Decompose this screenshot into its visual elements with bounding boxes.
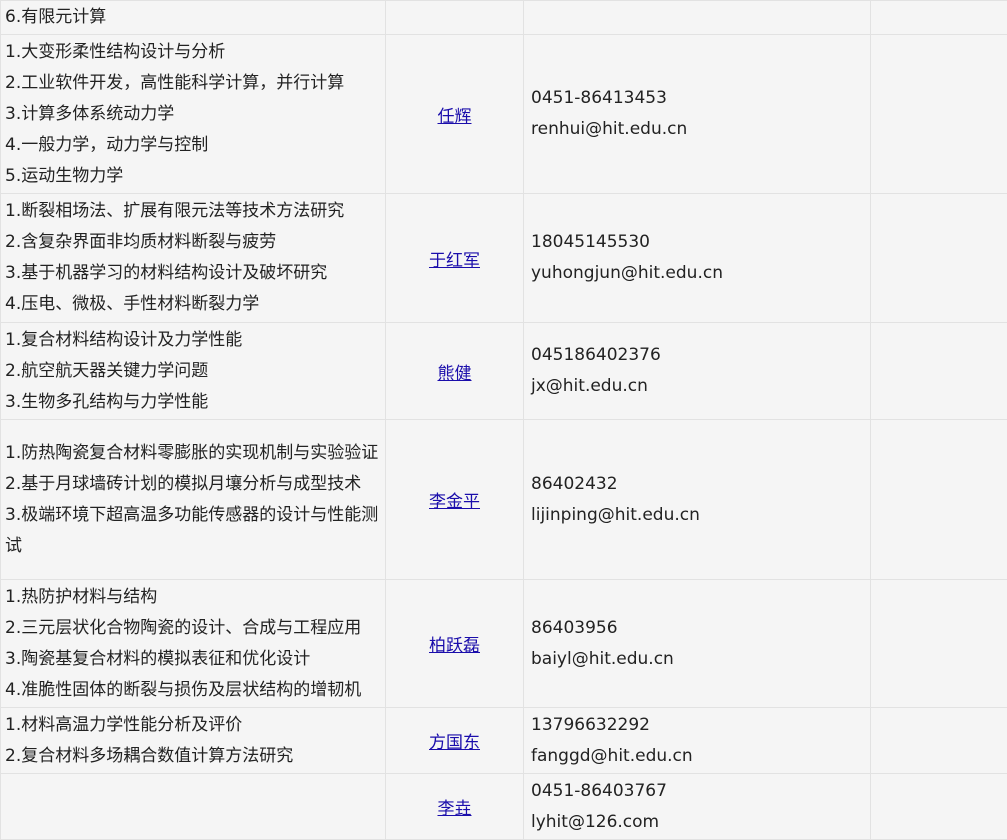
faculty-name-link[interactable]: 熊健 — [438, 364, 472, 384]
research-item: 3.陶瓷基复合材料的模拟表征和优化设计 — [5, 644, 379, 675]
empty-cell — [871, 35, 1007, 194]
contact-cell: 86402432 lijinping@hit.edu.cn — [524, 420, 871, 580]
name-cell: 任辉 — [386, 35, 524, 194]
email-text: lyhit@126.com — [531, 807, 870, 838]
table-row: 6.有限元计算 — [1, 1, 1007, 35]
research-item: 3.生物多孔结构与力学性能 — [5, 387, 379, 418]
name-cell: 李垚 — [386, 774, 524, 840]
phone-text: 045186402376 — [531, 340, 870, 371]
table-row: 1.复合材料结构设计及力学性能 2.航空航天器关键力学问题 3.生物多孔结构与力… — [1, 323, 1007, 420]
research-item: 2.基于月球墙砖计划的模拟月壤分析与成型技术 — [5, 469, 379, 500]
contact-cell: 18045145530 yuhongjun@hit.edu.cn — [524, 194, 871, 323]
research-cell — [1, 774, 386, 840]
table-row: 1.材料高温力学性能分析及评价 2.复合材料多场耦合数值计算方法研究 方国东 1… — [1, 708, 1007, 774]
name-cell: 柏跃磊 — [386, 580, 524, 708]
table-row: 李垚 0451-86403767 lyhit@126.com — [1, 774, 1007, 840]
name-cell: 熊健 — [386, 323, 524, 420]
table-row: 1.断裂相场法、扩展有限元法等技术方法研究 2.含复杂界面非均质材料断裂与疲劳 … — [1, 194, 1007, 323]
phone-text: 18045145530 — [531, 227, 870, 258]
research-cell: 1.材料高温力学性能分析及评价 2.复合材料多场耦合数值计算方法研究 — [1, 708, 386, 774]
phone-text: 13796632292 — [531, 710, 870, 741]
research-item: 3.计算多体系统动力学 — [5, 99, 379, 130]
contact-cell: 86403956 baiyl@hit.edu.cn — [524, 580, 871, 708]
contact-cell: 13796632292 fanggd@hit.edu.cn — [524, 708, 871, 774]
phone-text: 86402432 — [531, 469, 870, 500]
contact-cell: 045186402376 jx@hit.edu.cn — [524, 323, 871, 420]
contact-cell: 0451-86403767 lyhit@126.com — [524, 774, 871, 840]
research-item: 2.含复杂界面非均质材料断裂与疲劳 — [5, 227, 379, 258]
empty-cell — [871, 1, 1007, 35]
research-item: 5.运动生物力学 — [5, 161, 379, 192]
table-row: 1.热防护材料与结构 2.三元层状化合物陶瓷的设计、合成与工程应用 3.陶瓷基复… — [1, 580, 1007, 708]
research-item: 4.准脆性固体的断裂与损伤及层状结构的增韧机 — [5, 675, 379, 706]
faculty-name-link[interactable]: 于红军 — [429, 251, 480, 271]
faculty-name-link[interactable]: 任辉 — [438, 107, 472, 127]
name-cell — [386, 1, 524, 35]
email-text: lijinping@hit.edu.cn — [531, 500, 870, 531]
research-item: 2.三元层状化合物陶瓷的设计、合成与工程应用 — [5, 613, 379, 644]
research-item: 3.基于机器学习的材料结构设计及破坏研究 — [5, 258, 379, 289]
empty-cell — [871, 420, 1007, 580]
table-row: 1.防热陶瓷复合材料零膨胀的实现机制与实验验证 2.基于月球墙砖计划的模拟月壤分… — [1, 420, 1007, 580]
contact-cell: 0451-86413453 renhui@hit.edu.cn — [524, 35, 871, 194]
email-text: yuhongjun@hit.edu.cn — [531, 258, 870, 289]
research-item: 3.极端环境下超高温多功能传感器的设计与性能测试 — [5, 500, 379, 562]
research-item: 4.压电、微极、手性材料断裂力学 — [5, 289, 379, 320]
empty-cell — [871, 194, 1007, 323]
research-item: 1.大变形柔性结构设计与分析 — [5, 37, 379, 68]
email-text: renhui@hit.edu.cn — [531, 114, 870, 145]
research-item: 1.复合材料结构设计及力学性能 — [5, 325, 379, 356]
table-row: 1.大变形柔性结构设计与分析 2.工业软件开发，高性能科学计算，并行计算 3.计… — [1, 35, 1007, 194]
name-cell: 李金平 — [386, 420, 524, 580]
research-item: 1.断裂相场法、扩展有限元法等技术方法研究 — [5, 196, 379, 227]
name-cell: 方国东 — [386, 708, 524, 774]
research-cell: 6.有限元计算 — [1, 1, 386, 35]
research-item: 1.材料高温力学性能分析及评价 — [5, 710, 379, 741]
research-item: 1.热防护材料与结构 — [5, 582, 379, 613]
name-cell: 于红军 — [386, 194, 524, 323]
faculty-name-link[interactable]: 方国东 — [429, 733, 480, 753]
research-cell: 1.断裂相场法、扩展有限元法等技术方法研究 2.含复杂界面非均质材料断裂与疲劳 … — [1, 194, 386, 323]
empty-cell — [871, 323, 1007, 420]
research-cell: 1.防热陶瓷复合材料零膨胀的实现机制与实验验证 2.基于月球墙砖计划的模拟月壤分… — [1, 420, 386, 580]
research-cell: 1.热防护材料与结构 2.三元层状化合物陶瓷的设计、合成与工程应用 3.陶瓷基复… — [1, 580, 386, 708]
phone-text: 0451-86413453 — [531, 83, 870, 114]
faculty-name-link[interactable]: 柏跃磊 — [429, 636, 480, 656]
empty-cell — [871, 774, 1007, 840]
research-item: 2.工业软件开发，高性能科学计算，并行计算 — [5, 68, 379, 99]
email-text: baiyl@hit.edu.cn — [531, 644, 870, 675]
faculty-name-link[interactable]: 李金平 — [429, 492, 480, 512]
research-item: 4.一般力学，动力学与控制 — [5, 130, 379, 161]
research-cell: 1.复合材料结构设计及力学性能 2.航空航天器关键力学问题 3.生物多孔结构与力… — [1, 323, 386, 420]
research-item: 1.防热陶瓷复合材料零膨胀的实现机制与实验验证 — [5, 438, 379, 469]
email-text: jx@hit.edu.cn — [531, 371, 870, 402]
phone-text: 86403956 — [531, 613, 870, 644]
empty-cell — [871, 708, 1007, 774]
faculty-table: 6.有限元计算 1.大变形柔性结构设计与分析 2.工业软件开发，高性能科学计算，… — [0, 0, 1007, 840]
contact-cell — [524, 1, 871, 35]
email-text: fanggd@hit.edu.cn — [531, 741, 870, 772]
research-item: 2.航空航天器关键力学问题 — [5, 356, 379, 387]
empty-cell — [871, 580, 1007, 708]
faculty-name-link[interactable]: 李垚 — [438, 799, 472, 819]
research-cell: 1.大变形柔性结构设计与分析 2.工业软件开发，高性能科学计算，并行计算 3.计… — [1, 35, 386, 194]
research-item: 2.复合材料多场耦合数值计算方法研究 — [5, 741, 379, 772]
research-item: 6.有限元计算 — [5, 2, 379, 33]
phone-text: 0451-86403767 — [531, 776, 870, 807]
